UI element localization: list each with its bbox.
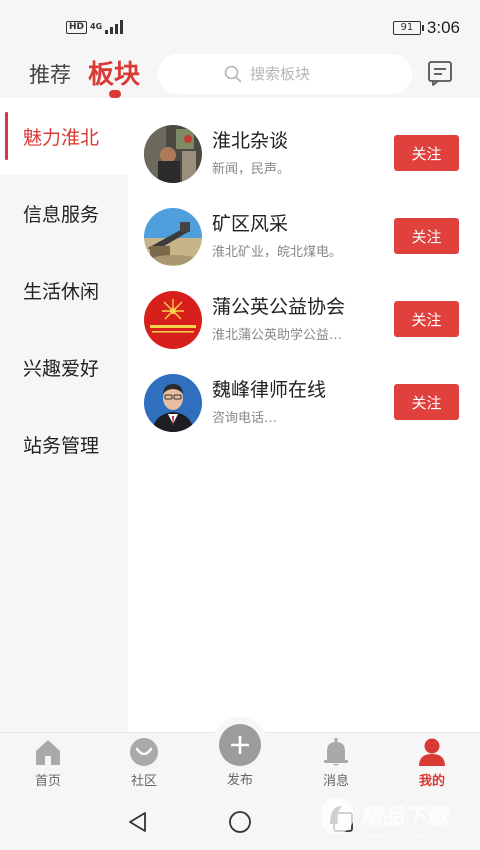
publish-button[interactable] — [212, 717, 268, 773]
sidebar-item-label: 信息服务 — [23, 204, 100, 226]
avatar — [144, 374, 202, 432]
bottom-tab-bar: 首页 社区 发布 消息 我的 — [0, 717, 480, 794]
board-description: 淮北矿业，皖北煤电。 — [212, 245, 343, 260]
profile-icon — [419, 738, 445, 766]
board-name: 魏峰律师在线 — [212, 379, 327, 401]
sidebar-item-info-service[interactable]: 信息服务 — [0, 175, 128, 252]
back-icon[interactable] — [126, 810, 150, 834]
sidebar-item-hobbies[interactable]: 兴趣爱好 — [0, 329, 128, 406]
board-description: 咨询电话… — [212, 411, 278, 426]
active-tab-indicator — [109, 90, 121, 98]
network-status: HD 4G — [66, 20, 124, 34]
watermark-url: www.jpxz.com — [366, 832, 424, 841]
nav-label: 消息 — [322, 774, 349, 789]
home-circle-icon[interactable] — [228, 810, 252, 834]
list-item[interactable]: 蒲公英公益协会 淮北蒲公英助学公益… 关注 — [144, 291, 464, 353]
search-bar[interactable] — [158, 54, 412, 94]
nav-community[interactable]: 社区 — [108, 737, 180, 789]
board-name: 矿区风采 — [212, 213, 289, 235]
tab-recommend[interactable]: 推荐 — [29, 59, 71, 89]
system-nav-bar: 精品下载 www.jpxz.com — [0, 794, 480, 850]
sidebar-item-site-admin[interactable]: 站务管理 — [0, 406, 128, 483]
nav-label: 首页 — [34, 774, 61, 789]
follow-button[interactable]: 关注 — [394, 384, 459, 420]
signal-icon — [105, 20, 124, 34]
tab-board[interactable]: 板块 — [88, 54, 140, 91]
sidebar-item-charm-huaibei[interactable]: 魅力淮北 — [0, 98, 128, 175]
bell-icon — [324, 738, 348, 766]
nav-home[interactable]: 首页 — [12, 737, 84, 789]
top-header: 推荐 板块 — [0, 52, 480, 98]
search-input[interactable] — [250, 65, 346, 83]
board-name: 淮北杂谈 — [212, 130, 289, 152]
follow-button[interactable]: 关注 — [394, 301, 459, 337]
nav-label: 社区 — [130, 774, 157, 789]
battery-icon: 91 — [392, 21, 424, 35]
watermark-logo: 精品下载 www.jpxz.com — [322, 798, 451, 841]
plus-icon — [231, 736, 249, 754]
network-type: 4G — [90, 22, 103, 31]
list-item[interactable]: 矿区风采 淮北矿业，皖北煤电。 关注 — [144, 208, 464, 270]
message-list-icon[interactable] — [427, 60, 453, 86]
nav-publish[interactable]: 发布 — [204, 769, 276, 788]
hd-badge: HD — [66, 20, 88, 34]
nav-mine[interactable]: 我的 — [396, 737, 468, 789]
sidebar-item-life-leisure[interactable]: 生活休闲 — [0, 252, 128, 329]
nav-label: 我的 — [418, 774, 445, 789]
sidebar-item-label: 兴趣爱好 — [23, 358, 100, 380]
nav-messages[interactable]: 消息 — [300, 737, 372, 789]
board-list: 淮北杂谈 新闻，民声。 关注 矿区风采 淮北矿业，皖北煤电。 关注 蒲公英公益协… — [128, 98, 480, 732]
follow-button[interactable]: 关注 — [394, 135, 459, 171]
category-sidebar: 魅力淮北 信息服务 生活休闲 兴趣爱好 站务管理 — [0, 98, 128, 732]
list-item[interactable]: 魏峰律师在线 咨询电话… 关注 — [144, 374, 464, 436]
board-name: 蒲公英公益协会 — [212, 296, 346, 318]
status-bar: HD 4G 91 3:06 — [0, 0, 480, 52]
search-icon — [224, 65, 242, 83]
sidebar-item-label: 站务管理 — [23, 435, 100, 457]
watermark-text: 精品下载 — [360, 805, 451, 830]
sidebar-item-label: 生活休闲 — [23, 281, 100, 303]
avatar — [144, 125, 202, 183]
clock: 3:06 — [426, 18, 460, 37]
avatar — [144, 208, 202, 266]
avatar — [144, 291, 202, 349]
list-item[interactable]: 淮北杂谈 新闻，民声。 关注 — [144, 125, 464, 187]
board-description: 新闻，民声。 — [212, 162, 291, 177]
status-right: 91 3:06 — [392, 18, 460, 38]
home-icon — [36, 740, 60, 765]
community-icon — [130, 738, 158, 766]
sidebar-item-label: 魅力淮北 — [23, 127, 100, 149]
nav-label: 发布 — [226, 773, 253, 788]
board-description: 淮北蒲公英助学公益… — [212, 328, 343, 343]
follow-button[interactable]: 关注 — [394, 218, 459, 254]
